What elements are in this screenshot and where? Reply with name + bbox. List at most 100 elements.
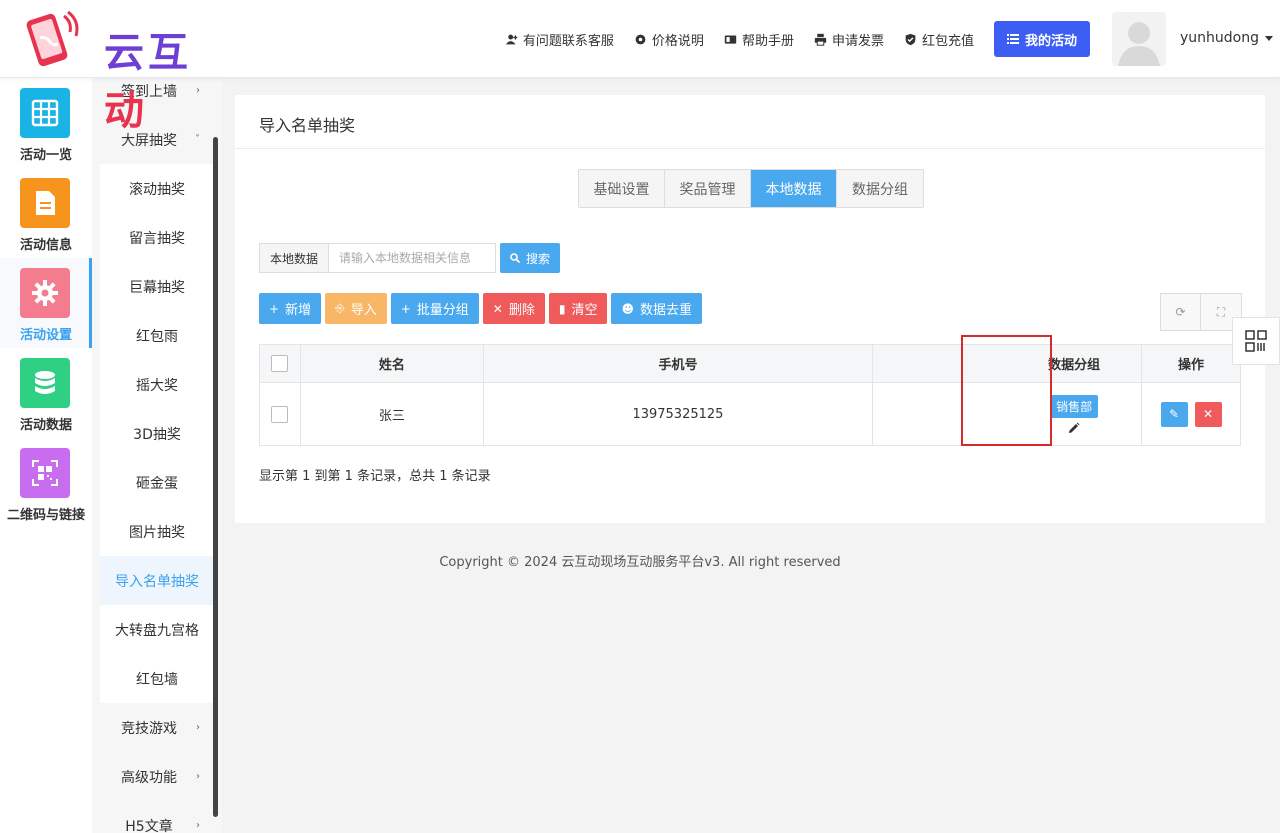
user-silhouette-icon: [1112, 12, 1166, 66]
tile: [20, 88, 70, 138]
delete-button[interactable]: ✕ 删除: [482, 293, 545, 324]
table-header-row: 姓名 手机号 数据分组 操作: [259, 344, 1241, 383]
cell-name: 张三: [299, 382, 484, 446]
data-table: 姓名 手机号 数据分组 操作 张三 13975325125 销售部 ✎ ✕: [259, 344, 1241, 446]
pagination-info: 显示第 1 到第 1 条记录，总共 1 条记录: [259, 469, 491, 484]
clear-button[interactable]: ▮ 清空: [548, 293, 608, 324]
search-icon: [510, 253, 521, 263]
menu-label: 导入名单抽奖: [115, 573, 199, 590]
sidebar-label: 二维码与链接: [6, 508, 85, 523]
tab-prize-management[interactable]: 奖品管理: [665, 170, 751, 207]
cell-phone: 13975325125: [482, 382, 874, 446]
avatar[interactable]: [1112, 12, 1166, 66]
chevron-right-icon: ›: [196, 820, 200, 831]
nav-help-manual[interactable]: 帮助手册: [724, 21, 794, 57]
caret-down-icon: [1265, 35, 1273, 41]
username-label: yunhudong: [1180, 30, 1259, 46]
column-header-group[interactable]: 数据分组: [872, 344, 1143, 383]
user-plus-icon: [505, 34, 518, 44]
sidebar-item-activity-overview[interactable]: 活动一览: [0, 78, 92, 168]
action-toolbar: + 新增 ⎆ 导入 + 批量分组 ✕ 删除 ▮ 清空 ☻ 数据去重: [259, 293, 706, 324]
column-header-phone[interactable]: 手机号: [482, 344, 874, 383]
menu-item-competitive-games[interactable]: 竞技游戏 ›: [92, 703, 214, 752]
tab-local-data[interactable]: 本地数据: [751, 170, 837, 207]
menu-item-shake-prize[interactable]: 摇大奖: [100, 360, 214, 409]
refresh-button[interactable]: ⟳: [1161, 294, 1201, 330]
column-header-name[interactable]: 姓名: [299, 344, 484, 383]
menu-item-advanced-features[interactable]: 高级功能 ›: [92, 752, 214, 801]
menu-item-red-envelope-rain[interactable]: 红包雨: [100, 311, 214, 360]
edit-button[interactable]: ✎: [1160, 401, 1188, 427]
menu-item-giant-screen-lottery[interactable]: 巨幕抽奖: [100, 262, 214, 311]
row-checkbox[interactable]: [271, 405, 289, 423]
gear-icon: [32, 280, 58, 306]
tile: [20, 268, 70, 318]
nav-label: 价格说明: [651, 33, 704, 49]
nav-contact-support[interactable]: 有问题联系客服: [505, 21, 614, 57]
search-input[interactable]: [329, 243, 497, 273]
menu-label: 竞技游戏: [121, 720, 177, 737]
menu-label: 图片抽奖: [129, 524, 185, 541]
menu-label: H5文章: [125, 818, 173, 833]
batch-group-button[interactable]: + 批量分组: [390, 293, 479, 324]
import-icon: ⎆: [335, 301, 345, 315]
menu-item-scroll-lottery[interactable]: 滚动抽奖: [100, 164, 214, 213]
tab-basic-settings[interactable]: 基础设置: [579, 170, 665, 207]
sidebar-item-qrcode-links[interactable]: 二维码与链接: [0, 438, 92, 528]
chevron-right-icon: ›: [196, 722, 200, 733]
menu-label: 滚动抽奖: [129, 181, 185, 198]
sidebar-item-activity-info[interactable]: 活动信息: [0, 168, 92, 258]
shield-check-icon: [905, 33, 916, 45]
fullscreen-icon: ⛶: [1216, 304, 1226, 319]
nav-recharge[interactable]: 红包充值: [904, 21, 974, 57]
search-label: 本地数据: [259, 243, 330, 273]
button-label: 导入: [350, 303, 377, 318]
menu-item-wheel-grid[interactable]: 大转盘九宫格: [100, 605, 214, 654]
button-label: 批量分组: [416, 303, 469, 318]
qrcode-icon: [32, 460, 58, 486]
menu-item-h5-articles[interactable]: H5文章 ›: [92, 801, 214, 833]
import-button[interactable]: ⎆ 导入: [325, 293, 387, 324]
tile: [20, 178, 70, 228]
menu-item-red-envelope-wall[interactable]: 红包墙: [100, 654, 214, 703]
button-label: 删除: [508, 303, 535, 318]
sidebar-label: 活动数据: [19, 418, 72, 433]
footer-copyright: Copyright © 2024 云互动现场互动服务平台v3. All righ…: [439, 555, 841, 570]
phone-logo-icon: [26, 10, 79, 67]
menu-item-message-lottery[interactable]: 留言抽奖: [100, 213, 214, 262]
pencil-icon[interactable]: [1068, 422, 1080, 434]
select-all-checkbox[interactable]: [271, 355, 289, 372]
menu-item-image-lottery[interactable]: 图片抽奖: [100, 507, 214, 556]
my-activity-button[interactable]: 我的活动: [993, 21, 1090, 57]
add-button[interactable]: + 新增: [259, 293, 322, 324]
menu-item-3d-lottery[interactable]: 3D抽奖: [100, 409, 214, 458]
button-label: 新增: [285, 303, 312, 318]
search-button[interactable]: 搜索: [500, 243, 561, 273]
refresh-icon: ⟳: [1175, 305, 1186, 319]
floating-qrcode-button[interactable]: [1232, 317, 1280, 365]
logo-text: 云互动: [104, 30, 192, 134]
sidebar-label: 活动设置: [19, 328, 72, 343]
primary-sidebar: 活动一览 活动信息 活动设置 活动数据 二维码与链接: [0, 78, 92, 833]
sidebar-item-activity-settings[interactable]: 活动设置: [0, 258, 92, 348]
dedupe-button[interactable]: ☻ 数据去重: [611, 293, 703, 324]
tab-data-groups[interactable]: 数据分组: [837, 170, 923, 207]
delete-row-button[interactable]: ✕: [1194, 401, 1222, 427]
cell-actions: ✎ ✕: [1141, 382, 1241, 446]
plus-icon: +: [400, 301, 411, 316]
menu-label: 高级功能: [121, 769, 177, 786]
trash-icon: ▮: [558, 301, 566, 316]
edit-icon: ✎: [1168, 407, 1180, 421]
page-title: 导入名单抽奖: [259, 116, 356, 135]
menu-item-golden-egg[interactable]: 砸金蛋: [100, 458, 214, 507]
sidebar-item-activity-data[interactable]: 活动数据: [0, 348, 92, 438]
user-menu[interactable]: yunhudong: [1180, 30, 1273, 46]
column-header-actions: 操作: [1141, 344, 1241, 383]
database-icon: [35, 371, 55, 394]
nav-pricing[interactable]: 价格说明: [634, 21, 704, 57]
logo[interactable]: 云互动: [20, 8, 230, 134]
group-cell-content: 销售部: [1007, 394, 1141, 434]
menu-label: 3D抽奖: [133, 426, 181, 443]
menu-scrollbar[interactable]: [213, 137, 218, 817]
nav-invoice[interactable]: 申请发票: [814, 21, 884, 57]
